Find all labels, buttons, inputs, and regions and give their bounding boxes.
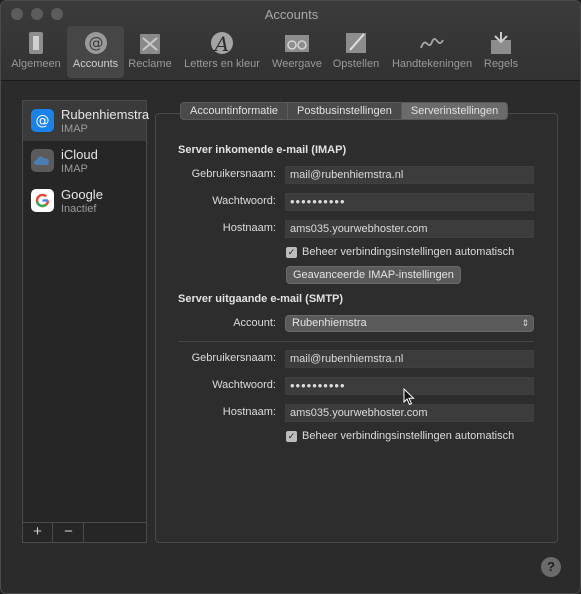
chevron-updown-icon: ⇕ [521, 318, 529, 328]
general-switch-icon [29, 32, 43, 54]
incoming-auto-checkbox[interactable]: ✓ [286, 247, 297, 258]
incoming-username-label: Gebruikersnaam: [191, 168, 276, 180]
toolbar-composing[interactable]: Opstellen [328, 26, 384, 78]
font-icon: A [211, 32, 233, 56]
window-title: Accounts [264, 7, 319, 22]
incoming-host-field[interactable]: ams035.yourwebhoster.com [285, 220, 534, 238]
toolbar-label: Weergave [272, 58, 322, 70]
toolbar-label: Algemeen [11, 58, 61, 70]
account-type: Inactief [61, 203, 97, 215]
outgoing-username-field[interactable]: mail@rubenhiemstra.nl [285, 350, 534, 368]
account-name: iCloud [61, 147, 98, 162]
add-account-button[interactable]: + [23, 523, 53, 542]
toolbar-junk[interactable]: Reclame [125, 26, 175, 78]
google-icon [31, 189, 54, 212]
toolbar-viewing[interactable]: Weergave [268, 26, 326, 78]
incoming-password-field[interactable]: •••••••••• [285, 193, 534, 211]
incoming-password-label: Wachtwoord: [212, 195, 276, 207]
outgoing-account-value: Rubenhiemstra [292, 317, 367, 329]
account-type: IMAP [61, 123, 88, 135]
toolbar-fonts[interactable]: A Letters en kleur [178, 26, 266, 78]
outgoing-auto-label: Beheer verbindingsinstellingen automatis… [302, 430, 515, 442]
account-type: IMAP [61, 163, 88, 175]
outgoing-account-label: Account: [233, 317, 276, 329]
toolbar-label: Regels [483, 58, 519, 70]
junk-mail-icon [140, 34, 160, 54]
incoming-username-field[interactable]: mail@rubenhiemstra.nl [285, 166, 534, 184]
toolbar-accounts[interactable]: @ Accounts [67, 26, 124, 78]
account-name: Rubenhiemstra [61, 107, 150, 122]
remove-account-button[interactable]: − [54, 523, 84, 542]
toolbar-signatures[interactable]: Handtekeningen [387, 26, 477, 78]
account-item-icloud[interactable]: iCloud IMAP [23, 141, 146, 181]
advanced-imap-button[interactable]: Geavanceerde IMAP-instellingen [286, 266, 461, 284]
tab-mailbox-settings[interactable]: Postbusinstellingen [288, 103, 402, 119]
outgoing-section-title: Server uitgaande e-mail (SMTP) [178, 293, 344, 305]
account-name: Google [61, 187, 103, 202]
toolbar-label: Opstellen [332, 58, 380, 70]
viewing-glasses-icon [285, 35, 309, 52]
toolbar-label: Reclame [128, 58, 172, 70]
cloud-icon [31, 149, 54, 172]
help-button[interactable]: ? [541, 557, 561, 577]
sidebar-footer: + − [23, 522, 146, 542]
at-sign-icon: @ [84, 32, 107, 54]
compose-pen-icon [346, 33, 366, 53]
incoming-auto-label: Beheer verbindingsinstellingen automatis… [302, 246, 515, 258]
outgoing-account-select[interactable]: Rubenhiemstra ⇕ [285, 315, 534, 332]
incoming-section-title: Server inkomende e-mail (IMAP) [178, 144, 347, 156]
at-sign-icon: @ [31, 109, 54, 132]
signature-icon [420, 37, 444, 49]
outgoing-username-label: Gebruikersnaam: [191, 352, 276, 364]
mouse-pointer-icon [403, 388, 415, 406]
svg-text:@: @ [36, 113, 50, 129]
rules-envelope-icon [491, 32, 511, 54]
outgoing-password-label: Wachtwoord: [212, 379, 276, 391]
svg-text:A: A [213, 32, 229, 56]
toolbar-label: Handtekeningen [391, 58, 473, 70]
account-item-rubenhiemstra[interactable]: @ Rubenhiemstra IMAP [23, 101, 150, 141]
toolbar-label: Accounts [72, 58, 119, 70]
toolbar-general[interactable]: Algemeen [7, 26, 65, 78]
tab-server-settings[interactable]: Serverinstellingen [401, 103, 508, 119]
outgoing-host-label: Hostnaam: [222, 406, 276, 418]
accounts-window: Accounts Algemeen @ Accounts Reclame A L… [0, 0, 581, 594]
section-divider [178, 341, 534, 342]
toolbar-rules[interactable]: Regels [478, 26, 524, 78]
accounts-sidebar: @ Rubenhiemstra IMAP iCloud IMAP Google … [22, 100, 150, 543]
toolbar-label: Letters en kleur [184, 58, 260, 70]
tab-bar: Accountinformatie Postbusinstellingen Se… [180, 102, 509, 120]
account-item-google[interactable]: Google Inactief [23, 181, 146, 221]
incoming-host-label: Hostnaam: [222, 222, 276, 234]
titlebar: Accounts Algemeen @ Accounts Reclame A L… [1, 1, 580, 81]
tab-account-info[interactable]: Accountinformatie [181, 103, 289, 119]
svg-text:@: @ [88, 34, 103, 52]
outgoing-host-field[interactable]: ams035.yourwebhoster.com [285, 404, 534, 422]
outgoing-auto-checkbox[interactable]: ✓ [286, 431, 297, 442]
